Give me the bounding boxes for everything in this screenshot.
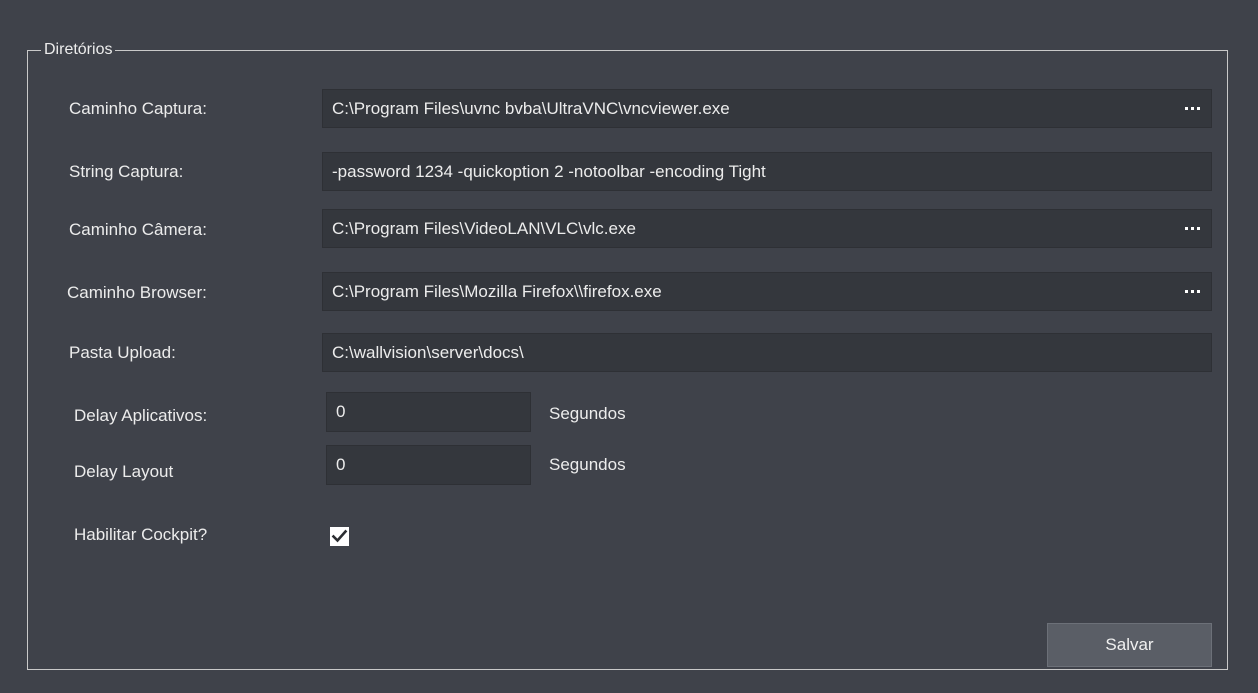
- more-horizontal-icon: [1184, 227, 1188, 230]
- string-captura-value: -password 1234 -quickoption 2 -notoolbar…: [332, 162, 766, 181]
- pasta-upload-label: Pasta Upload:: [69, 343, 176, 362]
- caminho-camera-label: Caminho Câmera:: [69, 220, 207, 239]
- delay-aplicativos-unit: Segundos: [549, 404, 626, 423]
- caminho-camera-field[interactable]: C:\Program Files\VideoLAN\VLC\vlc.exe: [322, 209, 1212, 248]
- caminho-browser-field[interactable]: C:\Program Files\Mozilla Firefox\\firefo…: [322, 272, 1212, 311]
- string-captura-label: String Captura:: [69, 162, 184, 181]
- delay-layout-input[interactable]: 0: [326, 445, 531, 485]
- caminho-camera-value: C:\Program Files\VideoLAN\VLC\vlc.exe: [332, 219, 636, 238]
- caminho-browser-label: Caminho Browser:: [67, 283, 207, 302]
- save-button[interactable]: Salvar: [1047, 623, 1212, 667]
- delay-layout-unit: Segundos: [549, 455, 626, 474]
- checkmark-icon: [331, 529, 348, 543]
- delay-aplicativos-label: Delay Aplicativos:: [74, 406, 208, 425]
- more-horizontal-icon: [1184, 290, 1188, 293]
- pasta-upload-value: C:\wallvision\server\docs\: [332, 343, 524, 362]
- caminho-captura-label: Caminho Captura:: [69, 99, 207, 118]
- directories-group-title: Diretórios: [41, 40, 116, 60]
- string-captura-field[interactable]: -password 1234 -quickoption 2 -notoolbar…: [322, 152, 1212, 191]
- caminho-captura-field[interactable]: C:\Program Files\uvnc bvba\UltraVNC\vncv…: [322, 89, 1212, 128]
- caminho-browser-value: C:\Program Files\Mozilla Firefox\\firefo…: [332, 282, 662, 301]
- habilitar-cockpit-checkbox[interactable]: [330, 527, 349, 546]
- caminho-captura-value: C:\Program Files\uvnc bvba\UltraVNC\vncv…: [332, 99, 730, 118]
- more-horizontal-icon: [1184, 107, 1188, 110]
- browse-camera-button[interactable]: [1179, 210, 1205, 247]
- habilitar-cockpit-label: Habilitar Cockpit?: [74, 525, 208, 544]
- browse-browser-button[interactable]: [1179, 273, 1205, 310]
- delay-layout-label: Delay Layout: [74, 462, 174, 481]
- browse-captura-button[interactable]: [1179, 90, 1205, 127]
- delay-aplicativos-input[interactable]: 0: [326, 392, 531, 432]
- pasta-upload-field[interactable]: C:\wallvision\server\docs\: [322, 333, 1212, 372]
